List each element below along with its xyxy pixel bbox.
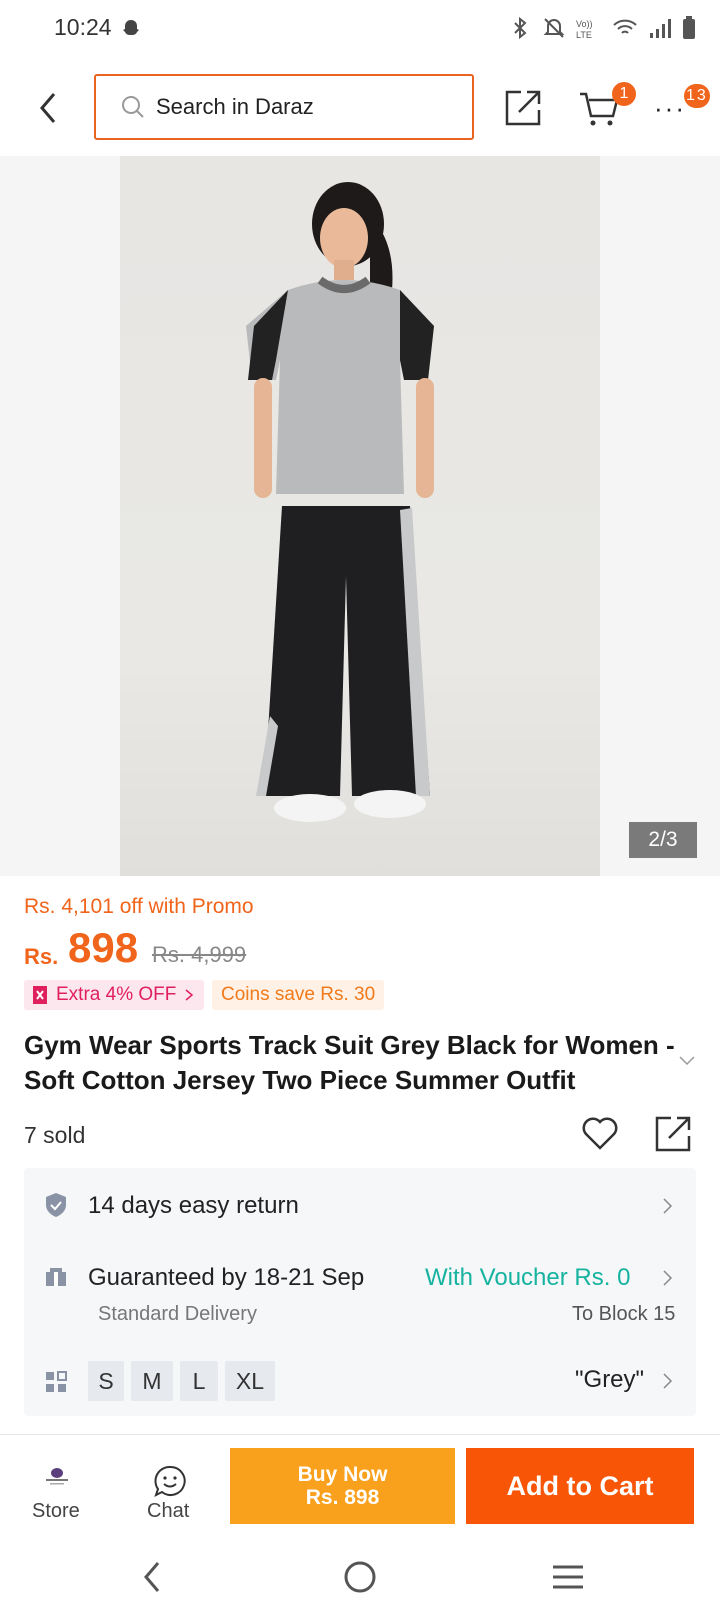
return-policy[interactable]: 14 days easy return	[88, 1192, 299, 1220]
status-icons: Vo)) LTE	[508, 16, 696, 40]
promo-text: Rs. 4,101 off with Promo	[24, 895, 254, 918]
snapchat-icon	[123, 20, 139, 35]
sold-count: 7 sold	[24, 1122, 86, 1148]
status-time: 10:24	[54, 14, 112, 40]
cart-button[interactable]: 1	[578, 82, 636, 128]
voucher-text[interactable]: With Voucher Rs. 0	[425, 1264, 630, 1292]
chevron-right-icon[interactable]	[662, 1197, 674, 1215]
delivery-type: Standard Delivery	[98, 1303, 257, 1325]
search-icon	[122, 96, 144, 118]
bluetooth-icon	[514, 16, 527, 40]
chevron-right-icon[interactable]	[662, 1269, 674, 1287]
extra-off-chip[interactable]: Extra 4% OFF	[24, 980, 205, 1010]
search-placeholder: Search in Daraz	[156, 94, 314, 119]
svg-text:Vo)): Vo))	[576, 19, 593, 29]
mute-icon	[543, 18, 565, 38]
add-to-cart-button[interactable]: Add to Cart	[466, 1448, 694, 1524]
delivery-location[interactable]: To Block 15	[572, 1303, 675, 1326]
share-icon[interactable]	[503, 88, 543, 128]
extra-off-label: Extra 4% OFF	[56, 984, 177, 1005]
size-option-xl[interactable]: XL	[225, 1361, 275, 1401]
nav-home-icon[interactable]	[343, 1560, 377, 1594]
gift-box-icon	[46, 1268, 66, 1286]
variant-icon	[46, 1371, 67, 1392]
chat-icon[interactable]	[153, 1464, 187, 1498]
price: 898	[68, 924, 139, 971]
buy-now-button[interactable]: Buy Now Rs. 898	[230, 1448, 455, 1524]
share-icon-2[interactable]	[653, 1114, 693, 1154]
selected-color[interactable]: "Grey"	[575, 1366, 644, 1394]
shield-check-icon	[46, 1193, 66, 1217]
buy-now-label: Buy Now	[297, 1463, 388, 1486]
price-currency: Rs.	[24, 944, 59, 969]
coins-chip: Coins save Rs. 30	[212, 980, 385, 1010]
nav-menu-icon[interactable]	[551, 1564, 585, 1590]
signal-icon	[650, 19, 671, 38]
more-count-badge: 13	[684, 84, 710, 108]
cart-count-badge: 1	[612, 82, 636, 106]
back-button[interactable]	[30, 88, 66, 128]
store-logo-icon[interactable]	[42, 1466, 72, 1486]
delivery-guarantee[interactable]: Guaranteed by 18-21 Sep	[88, 1264, 364, 1292]
original-price: Rs. 4,999	[152, 942, 247, 967]
size-option-s[interactable]: S	[88, 1361, 124, 1401]
image-counter: 2/3	[629, 822, 697, 858]
store-button[interactable]: Store	[32, 1500, 80, 1523]
chevron-right-icon[interactable]	[662, 1372, 674, 1390]
battery-icon	[683, 16, 695, 39]
more-dots-icon: ···	[654, 93, 686, 123]
search-input[interactable]: Search in Daraz	[94, 74, 474, 140]
coupon-icon	[33, 986, 47, 1004]
chevron-left-icon	[40, 93, 56, 123]
heart-icon[interactable]	[581, 1114, 619, 1152]
wifi-icon	[613, 19, 637, 34]
chevron-down-icon[interactable]	[678, 1054, 696, 1068]
chat-button[interactable]: Chat	[147, 1500, 189, 1523]
size-option-l[interactable]: L	[180, 1361, 218, 1401]
size-option-m[interactable]: M	[131, 1361, 173, 1401]
model-illustration	[246, 182, 434, 822]
buy-now-price: Rs. 898	[305, 1486, 380, 1509]
product-image[interactable]	[120, 156, 600, 876]
chevron-right-icon	[185, 989, 194, 1001]
product-title: Gym Wear Sports Track Suit Grey Black fo…	[24, 1030, 675, 1095]
more-button[interactable]: ··· 13	[654, 84, 710, 121]
svg-text:LTE: LTE	[576, 30, 592, 40]
nav-back-icon[interactable]	[140, 1560, 164, 1594]
volte-icon: Vo))LTE	[576, 19, 593, 40]
